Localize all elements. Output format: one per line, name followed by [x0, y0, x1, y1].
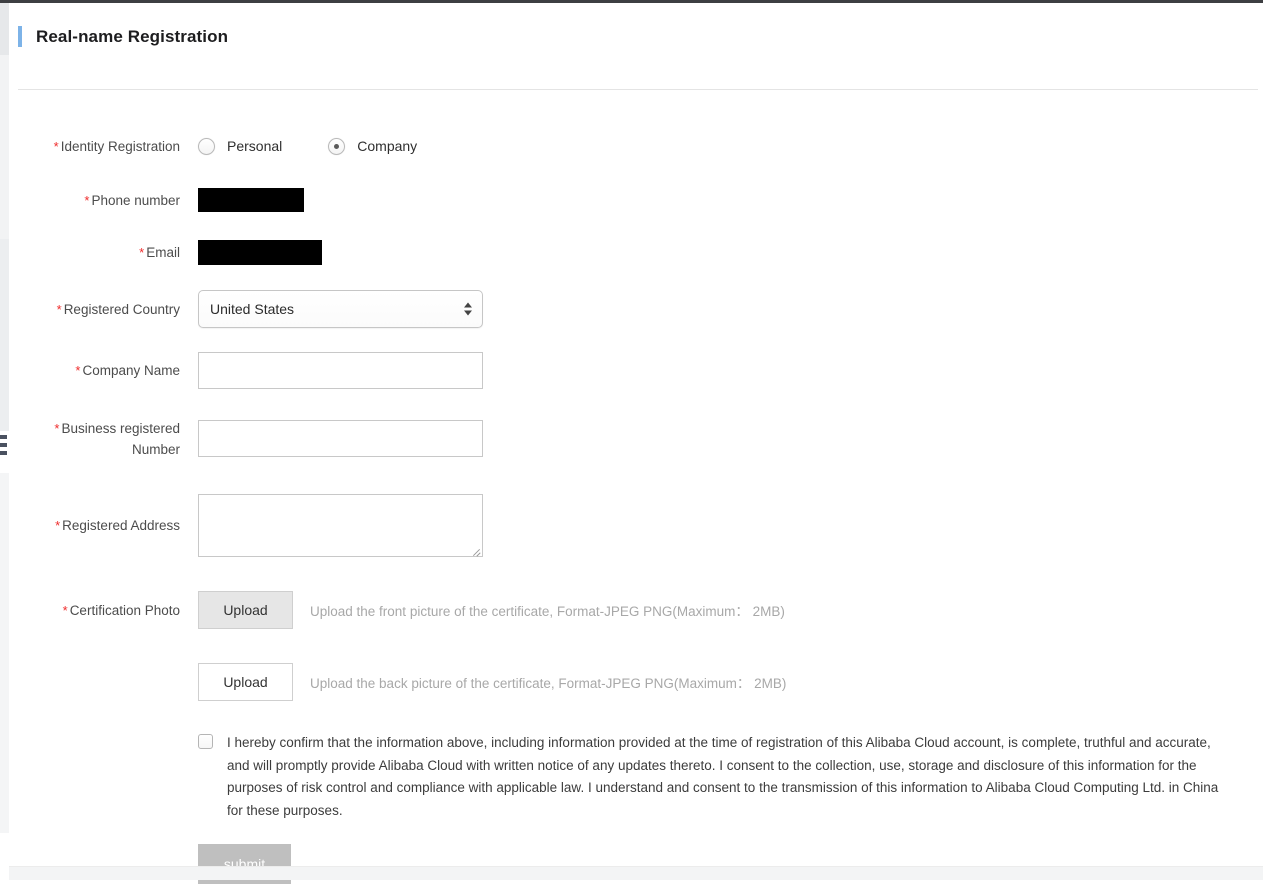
registered-address-textarea[interactable]	[198, 493, 483, 557]
label-text: Registered Country	[63, 301, 180, 317]
radio-option-personal[interactable]: Personal	[198, 137, 283, 155]
upload-front-button[interactable]: Upload	[198, 591, 293, 629]
required-marker: *	[139, 244, 145, 260]
required-marker: *	[62, 602, 68, 618]
required-marker: *	[84, 192, 90, 208]
identity-radio-group: Personal Company	[198, 137, 1263, 155]
label-company-name: * Company Name	[0, 361, 180, 380]
label-text: Phone number	[91, 192, 180, 208]
radio-icon	[198, 137, 215, 155]
header-divider	[18, 89, 1258, 90]
radio-label: Personal	[227, 138, 283, 154]
stepper-arrows-icon	[464, 302, 472, 316]
radio-label: Company	[357, 138, 418, 154]
consent-checkbox[interactable]	[198, 734, 213, 749]
email-redaction	[198, 239, 322, 265]
footer-strip	[9, 866, 1263, 880]
form-row-country: * Registered Country United States	[0, 278, 1263, 340]
real-name-registration-form: * Identity Registration Personal Company …	[0, 118, 1263, 884]
label-phone-number: * Phone number	[0, 191, 180, 210]
label-identity-registration: * Identity Registration	[0, 137, 180, 156]
label-text-line1: Business registered	[61, 420, 180, 436]
page-title: Real-name Registration	[36, 26, 229, 46]
form-row-business-number: * Business registered Number	[0, 401, 1263, 476]
label-email: * Email	[0, 243, 180, 262]
form-row-email: * Email	[0, 226, 1263, 278]
label-text: Email	[146, 244, 180, 260]
label-text: Registered Address	[62, 517, 180, 533]
label-text: Certification Photo	[69, 602, 180, 618]
label-business-registered-number: * Business registered Number	[0, 418, 180, 460]
label-text: Identity Registration	[60, 138, 180, 154]
form-row-certification-photo-back: x Upload Upload the back picture of the …	[0, 646, 1263, 718]
label-certification-photo: * Certification Photo	[0, 601, 180, 620]
form-row-company-name: * Company Name	[0, 340, 1263, 401]
upload-front-hint: Upload the front picture of the certific…	[310, 604, 785, 619]
radio-option-company[interactable]: Company	[328, 137, 418, 155]
form-row-registered-address: * Registered Address	[0, 476, 1263, 574]
required-marker: *	[55, 517, 61, 533]
consent-text: I hereby confirm that the information ab…	[227, 735, 1219, 818]
company-name-input[interactable]	[198, 352, 483, 389]
label-registered-address: * Registered Address	[0, 516, 180, 535]
required-marker: *	[56, 301, 62, 317]
selected-country-value: United States	[210, 301, 295, 317]
form-row-identity: * Identity Registration Personal Company	[0, 118, 1263, 174]
label-registered-country: * Registered Country	[0, 300, 180, 319]
required-marker: *	[75, 363, 81, 378]
form-row-certification-photo-front: * Certification Photo Upload Upload the f…	[0, 574, 1263, 646]
form-row-consent: x I hereby confirm that the information …	[0, 732, 1263, 822]
label-text: Company Name	[82, 363, 180, 378]
label-text-line2: Number	[131, 441, 180, 457]
sidebar-segment	[0, 3, 9, 55]
required-marker: *	[53, 138, 59, 154]
form-row-phone: * Phone number	[0, 174, 1263, 226]
required-marker: *	[54, 420, 60, 436]
business-registered-number-input[interactable]	[198, 420, 483, 457]
radio-icon	[328, 137, 346, 155]
registered-country-select[interactable]: United States	[198, 290, 483, 328]
phone-number-redaction	[198, 188, 304, 212]
page-header: Real-name Registration	[18, 26, 228, 47]
upload-back-hint: Upload the back picture of the certifica…	[310, 676, 787, 691]
upload-back-button[interactable]: Upload	[198, 663, 293, 701]
window-top-edge	[0, 0, 1263, 3]
title-accent-bar	[18, 26, 22, 47]
